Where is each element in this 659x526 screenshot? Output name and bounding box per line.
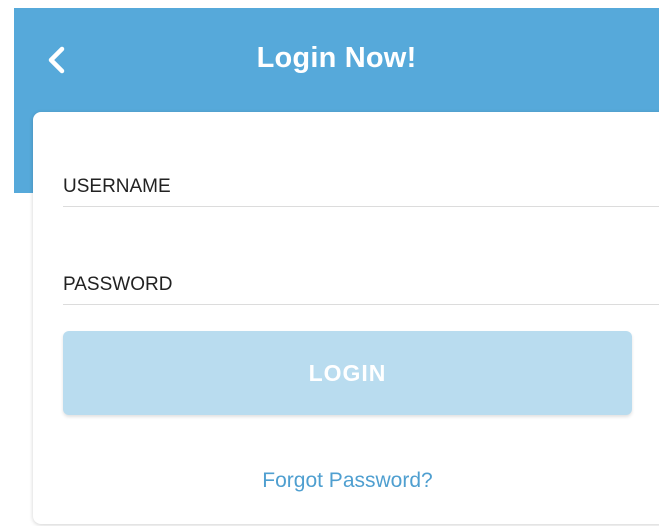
login-screen: Login Now! LOGIN Forgot Password? bbox=[0, 0, 659, 526]
login-card: LOGIN Forgot Password? bbox=[33, 112, 659, 524]
username-input[interactable] bbox=[63, 176, 659, 198]
page-title: Login Now! bbox=[256, 42, 417, 74]
password-input[interactable] bbox=[63, 274, 659, 296]
forgot-password-link[interactable]: Forgot Password? bbox=[63, 469, 632, 493]
password-field bbox=[63, 262, 659, 305]
login-button[interactable]: LOGIN bbox=[63, 331, 632, 415]
username-field bbox=[63, 164, 659, 207]
